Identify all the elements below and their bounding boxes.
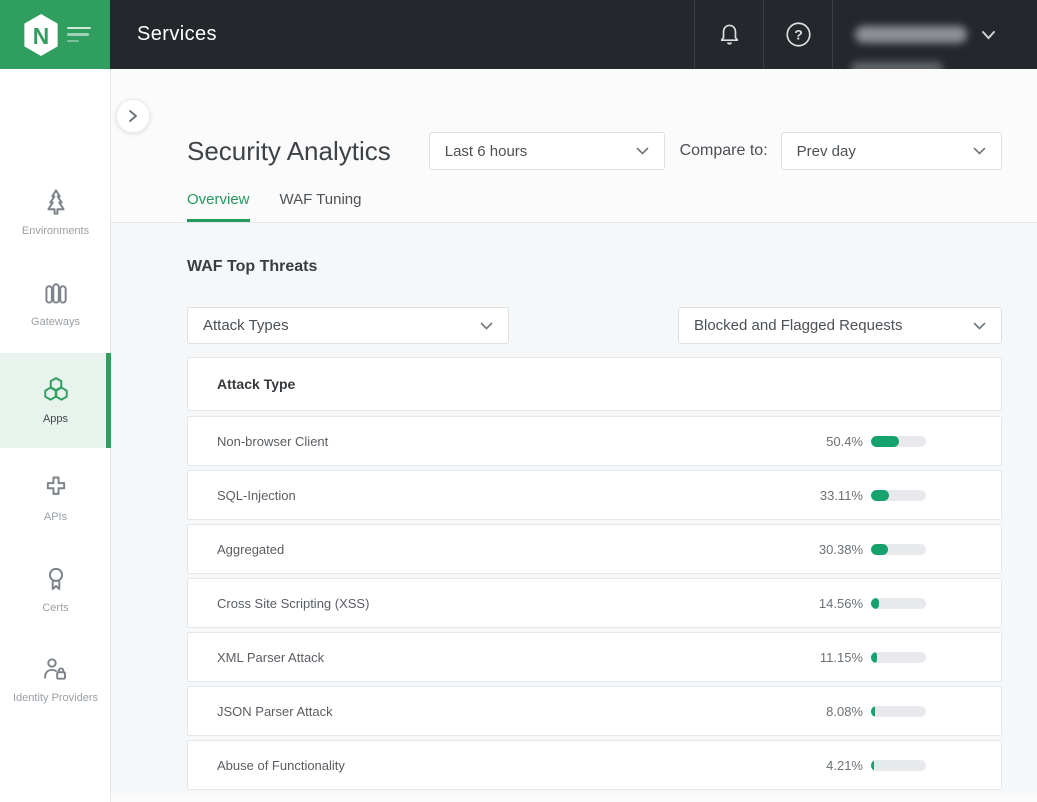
compare-select[interactable]: Prev day bbox=[781, 132, 1002, 170]
tabs: Overview WAF Tuning bbox=[111, 191, 1037, 223]
user-menu[interactable] bbox=[832, 0, 1037, 69]
table-row: Non-browser Client 50.4% bbox=[187, 416, 1002, 466]
bell-icon bbox=[716, 21, 743, 49]
table-body: Non-browser Client 50.4% SQL-Injection 3… bbox=[187, 416, 1002, 790]
percent-bar bbox=[871, 490, 926, 501]
attack-type-label: Non-browser Client bbox=[217, 434, 807, 449]
attack-type-label: Abuse of Functionality bbox=[217, 758, 807, 773]
logo-speed-lines-icon bbox=[67, 27, 91, 43]
gateway-icon bbox=[41, 278, 71, 308]
compare-value: Prev day bbox=[797, 143, 856, 160]
percent-bar bbox=[871, 652, 926, 663]
tree-icon bbox=[41, 187, 71, 217]
percent-bar bbox=[871, 760, 926, 771]
table-header: Attack Type bbox=[187, 357, 1002, 411]
person-lock-icon bbox=[41, 654, 71, 684]
notifications-button[interactable] bbox=[694, 0, 763, 69]
percent-bar-fill bbox=[871, 760, 874, 771]
percent-bar-fill bbox=[871, 490, 889, 501]
percent-bar-fill bbox=[871, 706, 875, 717]
user-subtext-redacted bbox=[851, 62, 943, 69]
request-type-select[interactable]: Blocked and Flagged Requests bbox=[678, 307, 1002, 344]
top-header: N Services ? bbox=[0, 0, 1037, 69]
main-content: Security Analytics Last 6 hours Compare … bbox=[111, 69, 1037, 802]
attack-percent-value: 33.11% bbox=[807, 488, 863, 503]
sidebar-nav: Environments Gateways Apps APIs Certs Id… bbox=[0, 69, 110, 730]
percent-bar bbox=[871, 598, 926, 609]
percent-bar bbox=[871, 436, 926, 447]
percent-bar-fill bbox=[871, 598, 879, 609]
user-name-redacted bbox=[855, 26, 967, 43]
time-range-value: Last 6 hours bbox=[445, 143, 528, 160]
compare-to-label: Compare to: bbox=[680, 142, 768, 160]
waf-section: WAF Top Threats Attack Types Blocked and… bbox=[111, 223, 1037, 793]
attack-percent-value: 14.56% bbox=[807, 596, 863, 611]
sidebar-item-apps[interactable]: Apps bbox=[0, 353, 111, 448]
attack-percent-value: 8.08% bbox=[807, 704, 863, 719]
attack-percent-value: 11.15% bbox=[807, 650, 863, 665]
hexagons-icon bbox=[41, 375, 71, 405]
page-title: Security Analytics bbox=[187, 136, 391, 167]
percent-bar bbox=[871, 706, 926, 717]
table-row: JSON Parser Attack 8.08% bbox=[187, 686, 1002, 736]
table-row: XML Parser Attack 11.15% bbox=[187, 632, 1002, 682]
svg-text:N: N bbox=[32, 22, 48, 48]
chevron-down-icon bbox=[981, 30, 996, 40]
table-row: Abuse of Functionality 4.21% bbox=[187, 740, 1002, 790]
attack-percent-value: 30.38% bbox=[807, 542, 863, 557]
table-row: Aggregated 30.38% bbox=[187, 524, 1002, 574]
attack-types-value: Attack Types bbox=[203, 317, 289, 334]
nginx-logo[interactable]: N bbox=[0, 0, 110, 69]
tab-waf-tuning[interactable]: WAF Tuning bbox=[280, 191, 362, 222]
chevron-down-icon bbox=[636, 147, 649, 155]
section-title: WAF Top Threats bbox=[187, 223, 1002, 276]
svg-text:?: ? bbox=[794, 27, 803, 43]
sidebar-item-apis[interactable]: APIs bbox=[0, 458, 111, 539]
chevron-down-icon bbox=[973, 147, 986, 155]
percent-bar-fill bbox=[871, 544, 888, 555]
sidebar: Environments Gateways Apps APIs Certs Id… bbox=[0, 69, 111, 802]
help-icon: ? bbox=[785, 21, 812, 48]
table-row: SQL-Injection 33.11% bbox=[187, 470, 1002, 520]
page-app-title: Services bbox=[137, 0, 217, 69]
attack-percent-value: 50.4% bbox=[807, 434, 863, 449]
attack-type-label: JSON Parser Attack bbox=[217, 704, 807, 719]
attack-type-label: SQL-Injection bbox=[217, 488, 807, 503]
sidebar-expand-button[interactable] bbox=[116, 99, 150, 133]
ribbon-icon bbox=[41, 564, 71, 594]
help-button[interactable]: ? bbox=[763, 0, 832, 69]
time-range-select[interactable]: Last 6 hours bbox=[429, 132, 665, 170]
attack-percent-value: 4.21% bbox=[807, 758, 863, 773]
threats-table: Attack Type Non-browser Client 50.4% SQL… bbox=[187, 357, 1002, 790]
chevron-down-icon bbox=[480, 322, 493, 330]
chevron-right-icon bbox=[127, 109, 139, 123]
attack-types-select[interactable]: Attack Types bbox=[187, 307, 509, 344]
sidebar-item-gateways[interactable]: Gateways bbox=[0, 263, 111, 344]
attack-type-label: Aggregated bbox=[217, 542, 807, 557]
attack-type-label: Cross Site Scripting (XSS) bbox=[217, 596, 807, 611]
percent-bar bbox=[871, 544, 926, 555]
table-row: Cross Site Scripting (XSS) 14.56% bbox=[187, 578, 1002, 628]
percent-bar-fill bbox=[871, 436, 899, 447]
sidebar-item-identity-providers[interactable]: Identity Providers bbox=[0, 639, 111, 720]
cross-icon bbox=[41, 473, 71, 503]
attack-type-label: XML Parser Attack bbox=[217, 650, 807, 665]
percent-bar-fill bbox=[871, 652, 877, 663]
sidebar-item-environments[interactable]: Environments bbox=[0, 172, 111, 253]
sidebar-item-certs[interactable]: Certs bbox=[0, 549, 111, 630]
tab-overview[interactable]: Overview bbox=[187, 191, 250, 222]
nginx-hexagon-icon: N bbox=[20, 12, 62, 58]
app-window: N Services ? bbox=[0, 0, 1037, 802]
chevron-down-icon bbox=[973, 322, 986, 330]
request-type-value: Blocked and Flagged Requests bbox=[694, 317, 902, 334]
